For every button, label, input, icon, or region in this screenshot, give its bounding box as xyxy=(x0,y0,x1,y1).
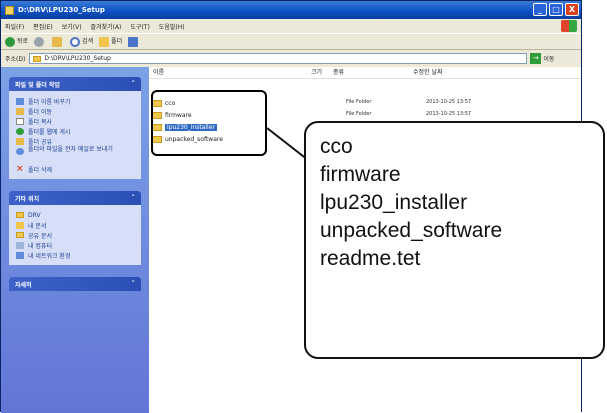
callout-box: cco firmware lpu230_installer unpacked_s… xyxy=(304,121,605,359)
callout-line: readme.tet xyxy=(320,247,421,270)
callout-line: lpu230_installer xyxy=(320,191,468,214)
callout-line: unpacked_software xyxy=(320,219,503,242)
callout-line: cco xyxy=(320,135,353,158)
callout-line: firmware xyxy=(320,163,401,186)
